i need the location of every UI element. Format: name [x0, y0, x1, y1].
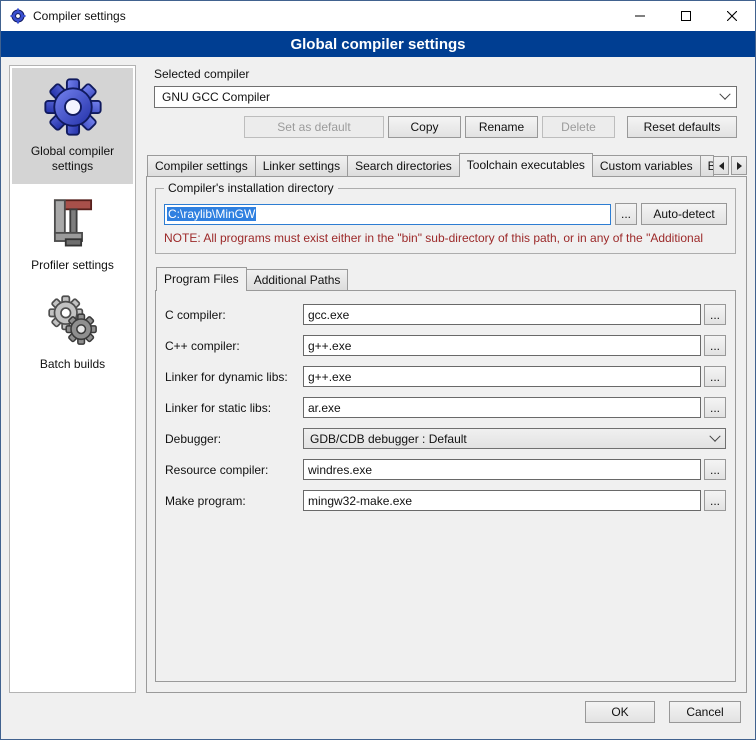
close-icon [727, 11, 737, 21]
make-program-browse-button[interactable]: ... [704, 490, 726, 511]
field-value: GDB/CDB debugger : Default [310, 432, 711, 446]
field-value: mingw32-make.exe [308, 494, 412, 508]
maximize-icon [681, 11, 691, 21]
arrow-right-icon [737, 162, 742, 170]
field-value: windres.exe [308, 463, 372, 477]
reset-defaults-button[interactable]: Reset defaults [627, 116, 737, 138]
main-panel: Selected compiler GNU GCC Compiler Set a… [146, 65, 747, 693]
main-tab-bar: Compiler settings Linker settings Search… [146, 153, 747, 176]
field-value: ar.exe [308, 401, 341, 415]
subtab-program-files[interactable]: Program Files [156, 267, 247, 291]
compiler-settings-dialog: Compiler settings Global compiler settin… [0, 0, 756, 740]
selected-compiler-label: Selected compiler [154, 67, 737, 81]
tab-build-options[interactable]: Build options [700, 155, 714, 176]
cancel-button[interactable]: Cancel [669, 701, 741, 723]
resource-compiler-input[interactable]: windres.exe [303, 459, 701, 480]
form-row-debugger: Debugger: GDB/CDB debugger : Default [165, 428, 726, 449]
dialog-footer: OK Cancel [1, 697, 755, 739]
c-compiler-browse-button[interactable]: ... [704, 304, 726, 325]
form-row-c-compiler: C compiler: gcc.exe ... [165, 304, 726, 325]
sidebar-item-label: Batch builds [40, 357, 105, 372]
tab-linker-settings[interactable]: Linker settings [255, 155, 348, 176]
program-files-tab-bar: Program Files Additional Paths [155, 267, 736, 290]
maximize-button[interactable] [663, 1, 709, 31]
groupbox-title: Compiler's installation directory [164, 181, 338, 195]
form-row-cpp-compiler: C++ compiler: g++.exe ... [165, 335, 726, 356]
installation-directory-browse-button[interactable]: ... [615, 203, 637, 225]
tab-search-directories[interactable]: Search directories [347, 155, 460, 176]
c-compiler-input[interactable]: gcc.exe [303, 304, 701, 325]
linker-dynamic-input[interactable]: g++.exe [303, 366, 701, 387]
title-bar[interactable]: Compiler settings [1, 1, 755, 31]
ok-button[interactable]: OK [585, 701, 655, 723]
selected-compiler-select[interactable]: GNU GCC Compiler [154, 86, 737, 108]
arrow-left-icon [719, 162, 724, 170]
tab-scroll-right-button[interactable] [731, 156, 747, 175]
tab-toolchain-executables[interactable]: Toolchain executables [459, 153, 593, 177]
field-label: Make program: [165, 494, 303, 508]
program-files-panel: C compiler: gcc.exe ... C++ compiler: g+… [155, 290, 736, 682]
rename-button[interactable]: Rename [465, 116, 538, 138]
field-label: Debugger: [165, 432, 303, 446]
clamp-tool-icon [44, 193, 102, 251]
installation-directory-groupbox: Compiler's installation directory C:\ray… [155, 188, 736, 254]
linker-static-browse-button[interactable]: ... [704, 397, 726, 418]
sidebar-item-label: Global compiler settings [14, 144, 131, 174]
chevron-down-icon [719, 89, 730, 100]
chevron-down-icon [709, 430, 720, 441]
sidebar-item-profiler-settings[interactable]: Profiler settings [12, 184, 133, 283]
field-value: gcc.exe [308, 308, 349, 322]
compiler-buttons-row: Set as default Copy Rename Delete Reset … [154, 116, 737, 138]
form-row-linker-static: Linker for static libs: ar.exe ... [165, 397, 726, 418]
tab-scroll-left-button[interactable] [713, 156, 729, 175]
window-icon [10, 8, 26, 24]
installation-directory-input[interactable]: C:\raylib\MinGW [164, 204, 611, 225]
page-title: Global compiler settings [1, 31, 755, 57]
sidebar-item-label: Profiler settings [31, 258, 114, 273]
cpp-compiler-input[interactable]: g++.exe [303, 335, 701, 356]
resource-compiler-browse-button[interactable]: ... [704, 459, 726, 480]
gray-gears-icon [44, 292, 102, 350]
debugger-select[interactable]: GDB/CDB debugger : Default [303, 428, 726, 449]
auto-detect-button[interactable]: Auto-detect [641, 203, 727, 225]
selected-text: C:\raylib\MinGW [167, 207, 256, 221]
field-value: g++.exe [308, 339, 351, 353]
field-label: C++ compiler: [165, 339, 303, 353]
copy-button[interactable]: Copy [388, 116, 461, 138]
field-label: C compiler: [165, 308, 303, 322]
toolchain-executables-panel: Compiler's installation directory C:\ray… [146, 176, 747, 693]
close-button[interactable] [709, 1, 755, 31]
sidebar-item-batch-builds[interactable]: Batch builds [12, 283, 133, 382]
minimize-button[interactable] [617, 1, 663, 31]
form-row-make-program: Make program: mingw32-make.exe ... [165, 490, 726, 511]
minimize-icon [635, 11, 645, 21]
linker-dynamic-browse-button[interactable]: ... [704, 366, 726, 387]
form-row-linker-dynamic: Linker for dynamic libs: g++.exe ... [165, 366, 726, 387]
tab-scroll-arrows [713, 156, 747, 176]
linker-static-input[interactable]: ar.exe [303, 397, 701, 418]
subtab-additional-paths[interactable]: Additional Paths [246, 269, 349, 290]
settings-category-sidebar: Global compiler settings Profiler settin… [9, 65, 136, 693]
field-label: Linker for static libs: [165, 401, 303, 415]
selected-compiler-value: GNU GCC Compiler [162, 90, 721, 104]
form-row-resource-compiler: Resource compiler: windres.exe ... [165, 459, 726, 480]
note-text: NOTE: All programs must exist either in … [164, 231, 727, 245]
make-program-input[interactable]: mingw32-make.exe [303, 490, 701, 511]
cpp-compiler-browse-button[interactable]: ... [704, 335, 726, 356]
sidebar-item-global-compiler-settings[interactable]: Global compiler settings [12, 68, 133, 184]
field-label: Resource compiler: [165, 463, 303, 477]
window-title: Compiler settings [33, 9, 126, 23]
tab-compiler-settings[interactable]: Compiler settings [147, 155, 256, 176]
blue-gear-icon [43, 77, 103, 137]
tab-custom-variables[interactable]: Custom variables [592, 155, 701, 176]
field-label: Linker for dynamic libs: [165, 370, 303, 384]
set-as-default-button[interactable]: Set as default [244, 116, 384, 138]
field-value: g++.exe [308, 370, 351, 384]
delete-button[interactable]: Delete [542, 116, 615, 138]
